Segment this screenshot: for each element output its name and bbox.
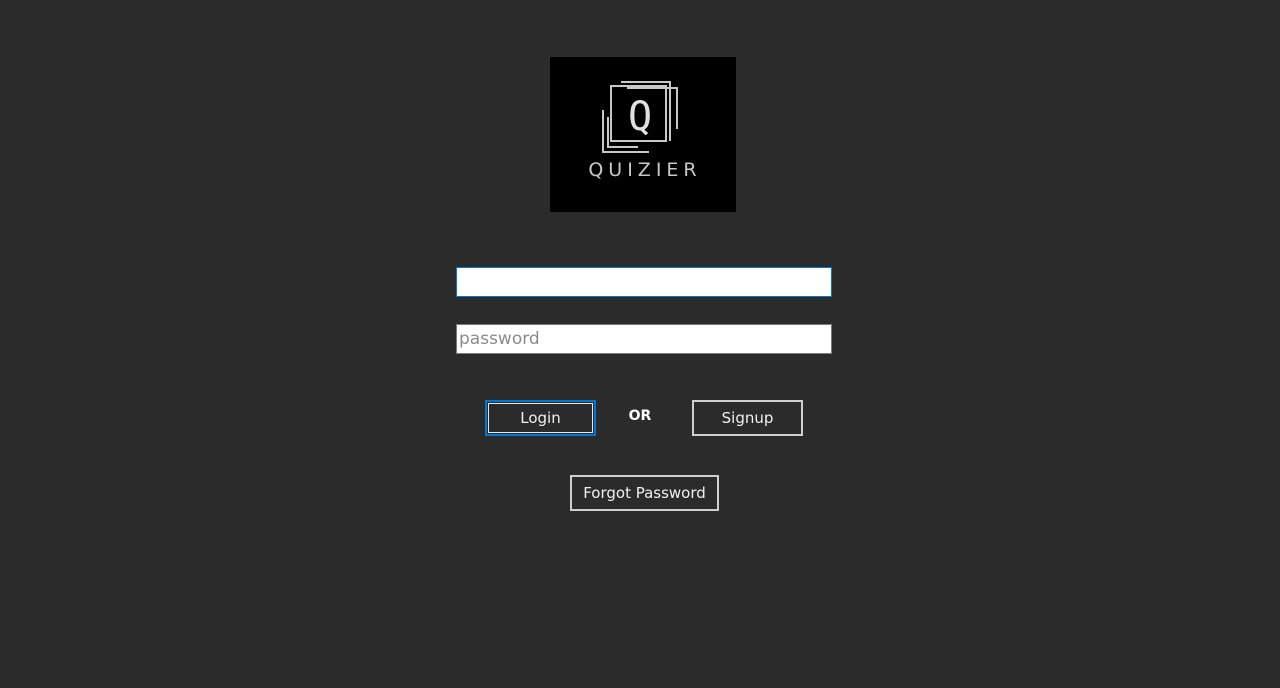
or-separator: OR — [628, 408, 652, 424]
forgot-password-button[interactable]: Forgot Password — [570, 475, 719, 511]
password-field[interactable] — [456, 324, 832, 354]
logo-glyph: Q — [628, 94, 652, 140]
logo-wordmark: QUIZIER — [588, 159, 702, 181]
username-field[interactable] — [456, 267, 832, 297]
quizier-logo: Q QUIZIER — [550, 57, 736, 212]
quizier-logo-mark-icon: Q — [602, 81, 678, 153]
login-button[interactable]: Login — [485, 400, 596, 436]
login-screen: Q QUIZIER Login OR Signup Forgot Passwor… — [0, 0, 1280, 688]
signup-button[interactable]: Signup — [692, 400, 803, 436]
